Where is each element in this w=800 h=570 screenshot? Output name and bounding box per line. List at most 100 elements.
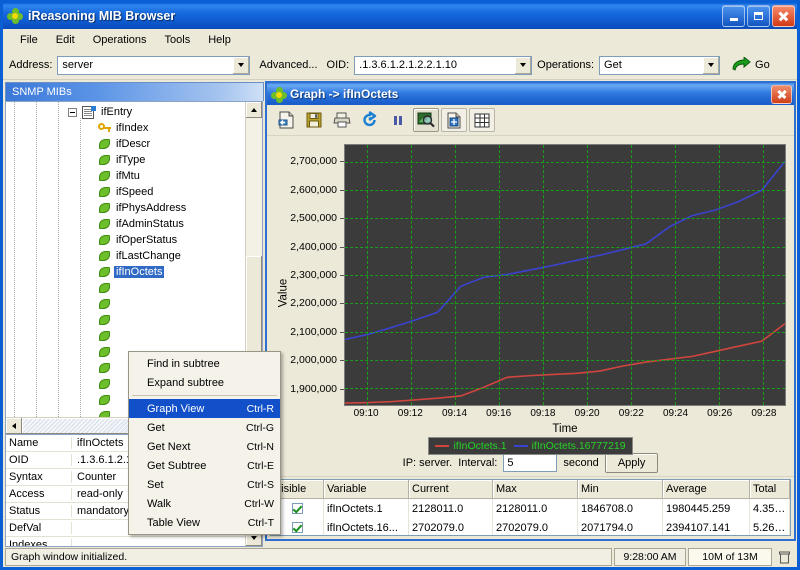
chart-gridline-v bbox=[499, 145, 500, 405]
menu-item-expand-subtree[interactable]: Expand subtree bbox=[129, 373, 280, 392]
tree-node-iflastchange[interactable]: ifLastChange bbox=[98, 248, 183, 264]
tree-node-obscured[interactable] bbox=[98, 328, 114, 344]
tree-node-obscured[interactable] bbox=[98, 360, 114, 376]
status-memory[interactable]: 10M of 13M bbox=[688, 548, 772, 566]
tree-node-obscured[interactable] bbox=[98, 280, 114, 296]
menu-item-table-view[interactable]: Table View Ctrl-T bbox=[129, 513, 280, 532]
trash-icon[interactable] bbox=[774, 548, 795, 566]
go-label: Go bbox=[755, 59, 770, 71]
tree-node-ifphysaddress[interactable]: ifPhysAddress bbox=[98, 200, 188, 216]
oid-input[interactable]: .1.3.6.1.2.1.2.2.1.10 bbox=[355, 57, 514, 74]
tree-node-ifindex[interactable]: ifIndex bbox=[98, 120, 150, 136]
menu-item-label: Expand subtree bbox=[147, 377, 264, 389]
column-max[interactable]: Max bbox=[493, 480, 578, 499]
scroll-up-icon[interactable] bbox=[246, 102, 262, 118]
tree-node-obscured[interactable] bbox=[98, 296, 114, 312]
menu-item-get[interactable]: Get Ctrl-G bbox=[129, 418, 280, 437]
chart: Value Time ifInOctets.1 i bbox=[267, 136, 794, 449]
tree-node-ifentry[interactable]: ifEntry bbox=[68, 104, 134, 120]
address-combo[interactable]: server bbox=[57, 56, 250, 75]
property-row: Indexes bbox=[6, 537, 245, 546]
menu-tools[interactable]: Tools bbox=[156, 32, 200, 48]
tree-node-label: ifType bbox=[114, 154, 147, 166]
chart-plot-area[interactable] bbox=[344, 144, 786, 406]
tree-node-label: ifInOctets bbox=[114, 266, 164, 278]
menu-item-shortcut: Ctrl-E bbox=[237, 460, 274, 472]
menu-item-set[interactable]: Set Ctrl-S bbox=[129, 475, 280, 494]
tree-node-ifadminstatus[interactable]: ifAdminStatus bbox=[98, 216, 186, 232]
scroll-left-icon[interactable] bbox=[6, 418, 22, 434]
minimize-icon[interactable] bbox=[722, 5, 745, 27]
interval-input[interactable] bbox=[503, 454, 557, 472]
table-icon[interactable] bbox=[469, 108, 495, 132]
column-total[interactable]: Total bbox=[750, 480, 790, 499]
menu-item-shortcut: Ctrl-T bbox=[238, 517, 274, 529]
table-row[interactable]: ifInOctets.1 2128011.0 2128011.0 1846708… bbox=[271, 499, 790, 519]
column-variable[interactable]: Variable bbox=[324, 480, 409, 499]
properties-icon[interactable] bbox=[441, 108, 467, 132]
graph-toolbar bbox=[267, 105, 794, 136]
menu-edit[interactable]: Edit bbox=[47, 32, 84, 48]
column-average[interactable]: Average bbox=[663, 480, 750, 499]
apply-button[interactable]: Apply bbox=[605, 453, 659, 473]
graph-close-icon[interactable] bbox=[771, 85, 792, 104]
key-icon bbox=[98, 122, 111, 134]
menu-item-shortcut: Ctrl-W bbox=[234, 498, 274, 510]
tree-node-obscured[interactable] bbox=[98, 408, 114, 417]
checkbox-checked-icon[interactable] bbox=[292, 522, 303, 533]
context-menu[interactable]: Find in subtree Expand subtree Graph Vie… bbox=[128, 351, 281, 535]
chart-y-tick-mark bbox=[340, 275, 344, 276]
tab-snmp-mibs[interactable]: SNMP MIBs bbox=[5, 82, 264, 101]
menu-operations[interactable]: Operations bbox=[84, 32, 156, 48]
menu-item-walk[interactable]: Walk Ctrl-W bbox=[129, 494, 280, 513]
table-row[interactable]: ifInOctets.16... 2702079.0 2702079.0 207… bbox=[271, 518, 790, 536]
go-button[interactable]: Go bbox=[731, 57, 770, 73]
chart-gridline-v bbox=[631, 145, 632, 405]
save-icon[interactable] bbox=[301, 108, 327, 132]
oid-chevron-down-icon[interactable] bbox=[514, 57, 531, 74]
menu-file[interactable]: File bbox=[11, 32, 47, 48]
print-icon[interactable] bbox=[329, 108, 355, 132]
advanced-button[interactable]: Advanced... bbox=[255, 57, 321, 73]
menu-item-get-subtree[interactable]: Get Subtree Ctrl-E bbox=[129, 456, 280, 475]
tree-node-ifinoctets[interactable]: ifInOctets bbox=[98, 264, 164, 280]
statusbar: Graph window initialized. 9:28:00 AM 10M… bbox=[3, 547, 797, 567]
tree-node-ifdescr[interactable]: ifDescr bbox=[98, 136, 152, 152]
legend-item-0: ifInOctets.1 bbox=[435, 440, 506, 452]
operations-chevron-down-icon[interactable] bbox=[702, 57, 719, 74]
pause-icon[interactable] bbox=[385, 108, 411, 132]
checkbox-checked-icon[interactable] bbox=[292, 503, 303, 514]
tree-node-obscured[interactable] bbox=[98, 376, 114, 392]
menu-help[interactable]: Help bbox=[199, 32, 240, 48]
tree-node-obscured[interactable] bbox=[98, 344, 114, 360]
operations-combo[interactable]: Get bbox=[599, 56, 720, 75]
tree-node-ifoperstatus[interactable]: ifOperStatus bbox=[98, 232, 179, 248]
tree-node-ifspeed[interactable]: ifSpeed bbox=[98, 184, 155, 200]
tree-node-ifmtu[interactable]: ifMtu bbox=[98, 168, 142, 184]
tree-node-obscured[interactable] bbox=[98, 312, 114, 328]
leaf-icon bbox=[98, 314, 111, 326]
refresh-icon[interactable] bbox=[357, 108, 383, 132]
collapse-toggle-icon[interactable] bbox=[68, 108, 77, 117]
column-current[interactable]: Current bbox=[409, 480, 493, 499]
property-key: Syntax bbox=[6, 471, 72, 483]
operations-value[interactable]: Get bbox=[600, 57, 702, 74]
address-input[interactable]: server bbox=[58, 57, 232, 74]
column-min[interactable]: Min bbox=[578, 480, 663, 499]
maximize-icon[interactable] bbox=[747, 5, 770, 27]
menu-item-graph-view[interactable]: Graph View Ctrl-R bbox=[129, 399, 280, 418]
tree-node-iftype[interactable]: ifType bbox=[98, 152, 147, 168]
chart-y-tick-mark bbox=[340, 303, 344, 304]
menu-item-find-in-subtree[interactable]: Find in subtree bbox=[129, 354, 280, 373]
window-titlebar: iReasoning MIB Browser bbox=[3, 3, 797, 29]
row-variable: ifInOctets.16... bbox=[324, 518, 409, 536]
oid-combo[interactable]: .1.3.6.1.2.1.2.2.1.10 bbox=[354, 56, 532, 75]
menu-item-get-next[interactable]: Get Next Ctrl-N bbox=[129, 437, 280, 456]
series-table[interactable]: Visible Variable Current Max Min Average… bbox=[270, 479, 791, 536]
export-icon[interactable] bbox=[273, 108, 299, 132]
address-chevron-down-icon[interactable] bbox=[232, 57, 249, 74]
tree-node-obscured[interactable] bbox=[98, 392, 114, 408]
close-icon[interactable] bbox=[772, 5, 795, 27]
leaf-icon bbox=[98, 362, 111, 374]
zoom-icon[interactable] bbox=[413, 108, 439, 132]
